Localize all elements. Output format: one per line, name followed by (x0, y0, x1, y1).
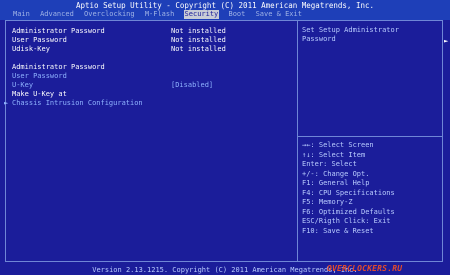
tab-main[interactable]: Main (12, 10, 31, 19)
key-help-item: →←: Select Screen (302, 141, 374, 149)
key-help-item: ↑↓: Select Item (302, 150, 366, 159)
key-help-item: F10: Save & Reset (302, 226, 374, 235)
tab-boot[interactable]: Boot (227, 10, 246, 19)
status-value: Not installed (171, 45, 226, 53)
key-help-item: F5: Memory-Z (302, 198, 353, 206)
key-help-item: F1: General Help (302, 179, 370, 187)
tab-save-exit[interactable]: Save & Exit (255, 10, 303, 19)
tab-security[interactable]: Security (183, 10, 220, 19)
tab-bar: Main Advanced Overclocking M-Flash Secur… (12, 10, 307, 19)
panel-divider (297, 20, 298, 262)
setting-label: Make U-Key at (12, 90, 67, 98)
tab-m-flash[interactable]: M-Flash (144, 10, 176, 19)
setting-label: Chassis Intrusion Configuration (12, 99, 143, 107)
status-label: User Password (12, 36, 67, 44)
setting-label: User Password (12, 72, 67, 80)
key-help-item: ESC/Rigth Click: Exit (302, 217, 391, 225)
status-value: Not installed (171, 27, 226, 35)
bios-title: Aptio Setup Utility - Copyright (C) 2011… (75, 1, 374, 10)
help-description: Set Setup Administrator Password (302, 26, 399, 43)
submenu-arrow-icon: ► (4, 99, 9, 107)
tab-overclocking[interactable]: Overclocking (83, 10, 136, 19)
status-label: Udisk-Key (12, 45, 50, 53)
key-help-list: →←: Select Screen ↑↓: Select Item Enter:… (302, 141, 395, 236)
key-help-item: +/-: Change Opt. (302, 169, 370, 178)
tab-advanced[interactable]: Advanced (39, 10, 75, 19)
setting-label: Administrator Password (12, 63, 105, 71)
help-divider (297, 136, 443, 137)
key-help-item: F4: CPU Specifications (302, 188, 395, 197)
setting-value[interactable]: [Disabled] (171, 81, 213, 90)
key-help-item: F6: Optimized Defaults (302, 207, 395, 216)
watermark: OVERCLOCKERS.RU (327, 264, 403, 273)
key-help-item: Enter: Select (302, 160, 357, 168)
status-label: Administrator Password (12, 27, 105, 35)
setting-label: U-Key (12, 81, 34, 89)
scroll-indicator-icon: ► (444, 37, 449, 45)
status-value: Not installed (171, 36, 226, 44)
